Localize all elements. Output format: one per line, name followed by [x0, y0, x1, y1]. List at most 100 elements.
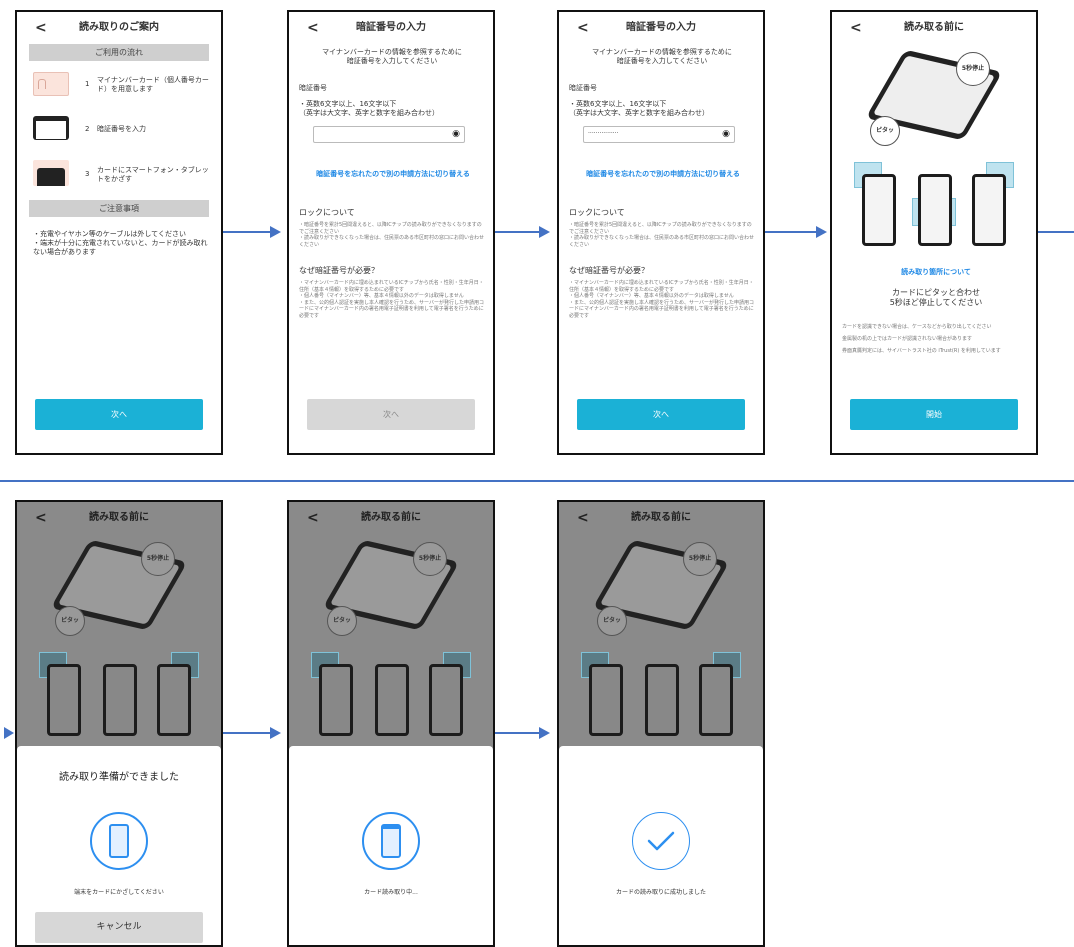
why-heading: なぜ暗証番号が必要？	[299, 266, 379, 275]
cancel-button[interactable]: キャンセル	[35, 912, 203, 943]
read-location-link[interactable]: 読み取り箇所について	[842, 268, 1030, 277]
header: < 読み取る前に	[832, 18, 1036, 40]
back-icon[interactable]: <	[35, 20, 47, 36]
next-button-disabled[interactable]: 次へ	[307, 399, 475, 430]
pin-rule-text: ・英数6文字以上、16文字以下 （英字は大文字、英字と数字を組み合わせ）	[299, 100, 439, 117]
notes-section-header: ご注意事項	[29, 200, 209, 217]
five-second-badge: 5秒停止	[683, 542, 717, 576]
flow-arrow	[495, 732, 540, 734]
phone-left	[862, 174, 896, 246]
five-second-badge: 5秒停止	[413, 542, 447, 576]
forgot-pin-link[interactable]: 暗証番号を忘れたので別の申請方法に切り替える	[567, 170, 759, 179]
ready-bottom-sheet: 読み取り準備ができました 端末をカードにかざしてください キャンセル	[17, 746, 221, 945]
back-icon[interactable]: <	[577, 20, 589, 36]
pin-screen-empty: < 暗証番号の入力 マイナンバーカードの情報を参照するために 暗証番号を入力して…	[287, 10, 495, 455]
flow-arrowhead	[816, 226, 827, 238]
step3-text: カードにスマートフォン・タブレットをかざす	[97, 166, 209, 183]
card-illustration-icon	[33, 72, 69, 96]
reading-bottom-sheet: カード読み取り中...	[289, 746, 493, 945]
phone-reading-icon	[362, 812, 420, 870]
eye-off-icon[interactable]: ◉	[452, 129, 460, 139]
flow-arrowhead	[270, 226, 281, 238]
page-title: 暗証番号の入力	[356, 22, 426, 33]
sheet-title: 読み取り準備ができました	[59, 772, 179, 783]
next-button[interactable]: 次へ	[35, 399, 203, 430]
note-case: カードを認識できない場合は、ケースなどから取り出してください	[842, 324, 992, 330]
back-icon[interactable]: <	[35, 510, 47, 526]
step3-number: 3	[85, 170, 90, 178]
success-screen: < 読み取る前に 5秒停止 ピタッ カードの読み取りに成功しました	[557, 500, 765, 947]
phone-ready-icon	[90, 812, 148, 870]
flow-arrowhead	[539, 226, 550, 238]
reading-screen: < 読み取る前に 5秒停止 ピタッ カード読み取り中...	[287, 500, 495, 947]
eye-off-icon[interactable]: ◉	[722, 129, 730, 139]
page-title: 読み取る前に	[904, 22, 964, 33]
page-title: 読み取る前に	[89, 512, 149, 523]
step1-number: 1	[85, 80, 90, 88]
pin-field-label: 暗証番号	[569, 84, 597, 92]
back-icon[interactable]: <	[307, 510, 319, 526]
pitatto-badge: ピタッ	[55, 606, 85, 636]
flow-section-header: ご利用の流れ	[29, 44, 209, 61]
flow-arrow	[223, 732, 271, 734]
flow-arrow	[765, 231, 817, 233]
sheet-message: カードの読み取りに成功しました	[615, 889, 706, 896]
before-reading-screen: < 読み取る前に 5秒停止 ピタッ 読み取り箇所について カードにピタッと合わせ…	[830, 10, 1038, 455]
header: < 読み取る前に	[559, 508, 763, 530]
success-bottom-sheet: カードの読み取りに成功しました	[559, 746, 763, 945]
instruction-text: カードにピタッと合わせ 5秒ほど停止してください	[889, 288, 983, 307]
flow-arrowhead	[4, 727, 14, 739]
back-icon[interactable]: <	[307, 20, 319, 36]
phone-left	[47, 664, 81, 736]
phone-right	[972, 174, 1006, 246]
header: < 暗証番号の入力	[289, 18, 493, 40]
phone-pin-icon	[33, 116, 69, 140]
pin-screen-filled: < 暗証番号の入力 マイナンバーカードの情報を参照するために 暗証番号を入力して…	[557, 10, 765, 455]
pitatto-badge: ピタッ	[870, 116, 900, 146]
header: < 暗証番号の入力	[559, 18, 763, 40]
page-title: 読み取りのご案内	[79, 22, 159, 33]
phone-middle	[918, 174, 952, 246]
why-text: ・マイナンバーカード内に埋め込まれているICチップから氏名・性別・生年月日・住所…	[299, 280, 484, 319]
flow-arrowhead	[270, 727, 281, 739]
pin-input[interactable]: ◉	[313, 126, 465, 143]
header: < 読み取る前に	[289, 508, 493, 530]
pitatto-badge: ピタッ	[597, 606, 627, 636]
back-icon[interactable]: <	[850, 20, 862, 36]
sheet-message: 端末をカードにかざしてください	[74, 889, 164, 896]
pin-input[interactable]: ················ ◉	[583, 126, 735, 143]
lock-heading: ロックについて	[569, 208, 625, 217]
back-icon[interactable]: <	[577, 510, 589, 526]
phone-right	[157, 664, 191, 736]
pitatto-badge: ピタッ	[327, 606, 357, 636]
phone-left	[589, 664, 623, 736]
header: < 読み取りのご案内	[17, 18, 221, 40]
phone-right	[699, 664, 733, 736]
five-second-badge: 5秒停止	[141, 542, 175, 576]
checkmark-icon	[632, 812, 690, 870]
pin-rule-text: ・英数6文字以上、16文字以下 （英字は大文字、英字と数字を組み合わせ）	[569, 100, 709, 117]
step2-number: 2	[85, 125, 90, 133]
row-divider	[0, 480, 1074, 482]
intro-text: マイナンバーカードの情報を参照するために 暗証番号を入力してください	[592, 48, 732, 65]
phone-right	[429, 664, 463, 736]
notes-text: ・充電やイヤホン等のケーブルは外してください ・端末が十分に充電されていないと、…	[33, 230, 208, 256]
start-button[interactable]: 開始	[850, 399, 1018, 430]
phone-middle	[645, 664, 679, 736]
lock-text: ・暗証番号を累計5回間違えると、以降ICチップの読み取りができなくなりますのでご…	[299, 222, 485, 248]
next-button[interactable]: 次へ	[577, 399, 745, 430]
guide-screen: < 読み取りのご案内 ご利用の流れ 1 マイナンバーカード（個人番号カード）を用…	[15, 10, 223, 455]
step2-text: 暗証番号を入力	[97, 125, 146, 133]
flow-arrowhead	[539, 727, 550, 739]
forgot-pin-link[interactable]: 暗証番号を忘れたので別の申請方法に切り替える	[297, 170, 489, 179]
sheet-message: カード読み取り中...	[364, 889, 418, 896]
step1-text: マイナンバーカード（個人番号カード）を用意します	[97, 76, 209, 93]
note-itrust: 券面真贋判定には、サイバートラスト社の iTrust(R) を利用しています	[842, 348, 1001, 354]
phone-on-card-icon	[33, 160, 69, 186]
header: < 読み取る前に	[17, 508, 221, 530]
page-title: 暗証番号の入力	[626, 22, 696, 33]
phone-middle	[375, 664, 409, 736]
pin-masked-value: ················	[588, 130, 619, 137]
lock-text: ・暗証番号を累計5回間違えると、以降ICチップの読み取りができなくなりますのでご…	[569, 222, 755, 248]
note-metal: 金属製の机の上ではカードが認識されない場合があります	[842, 336, 973, 342]
